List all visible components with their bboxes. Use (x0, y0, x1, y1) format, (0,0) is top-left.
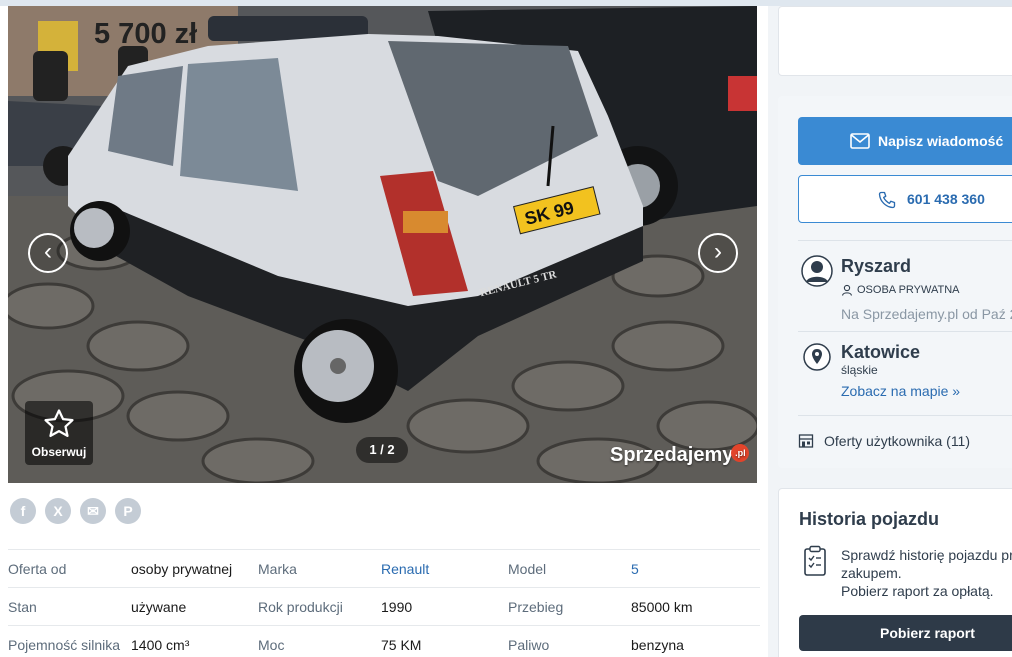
seller-name: Ryszard (841, 256, 912, 276)
param-label: Model (508, 560, 547, 577)
param-label: Pojemność silnika (8, 636, 121, 653)
vehicle-history-line: zakupem. (841, 565, 902, 581)
param-label: Marka (258, 560, 297, 577)
star-icon (44, 409, 74, 438)
photo-gallery[interactable]: SK 99 RENAULT 5 TR ‹ › Obserwuj 1 / 2 Sp… (8, 6, 757, 483)
chevron-left-icon: ‹ (44, 238, 52, 265)
car-photo: SK 99 RENAULT 5 TR (8, 6, 757, 483)
phone-icon (878, 191, 896, 209)
person-icon (841, 284, 853, 296)
download-report-button[interactable]: Pobierz raport (799, 615, 1012, 651)
param-value-link[interactable]: Renault (381, 561, 508, 577)
watermark-badge: .pl (731, 444, 750, 462)
watermark-text: Sprzedajemy (610, 444, 734, 466)
gallery-next-button[interactable]: › (698, 233, 738, 273)
param-value: 85000 km (631, 598, 693, 615)
share-bar: f X ✉ P (10, 498, 141, 524)
envelope-icon (850, 133, 870, 149)
param-value: 75 KM (381, 636, 422, 653)
send-message-label: Napisz wiadomość (878, 133, 1004, 149)
follow-button[interactable]: Obserwuj (25, 401, 93, 465)
param-label: Moc (258, 636, 285, 653)
divider (798, 415, 1012, 416)
params-row: Pojemność silnika 1400 cm³ Moc 75 KM Pal… (8, 625, 760, 657)
param-label: Stan (8, 598, 37, 615)
photo-counter: 1 / 2 (356, 437, 408, 463)
phone-number: 601 438 360 (907, 191, 985, 207)
param-label: Przebieg (508, 598, 564, 615)
chevron-right-icon: › (714, 238, 722, 265)
param-label: Oferta od (8, 560, 67, 577)
location-pin-icon (803, 343, 831, 371)
gallery-prev-button[interactable]: ‹ (28, 233, 68, 273)
location-city: Katowice (841, 342, 921, 362)
follow-label: Obserwuj (31, 445, 87, 459)
vehicle-history-line: Pobierz raport za opłatą. (841, 583, 994, 599)
param-value-link[interactable]: 5 (631, 561, 758, 577)
param-label: Rok produkcji (258, 598, 343, 615)
clipboard-icon (804, 545, 826, 576)
seller-type-label: OSOBA PRYWATNA (857, 284, 960, 296)
vehicle-history-line: Sprawdź historię pojazdu pr (841, 547, 1012, 563)
location-region: śląskie (841, 363, 878, 377)
show-phone-button[interactable]: 601 438 360 (798, 175, 1012, 223)
pinterest-share-icon[interactable]: P (115, 498, 141, 524)
send-message-button[interactable]: Napisz wiadomość (798, 117, 1012, 165)
x-share-icon[interactable]: X (45, 498, 71, 524)
param-value: benzyna (631, 636, 684, 653)
email-share-icon[interactable]: ✉ (80, 498, 106, 524)
param-value: 1990 (381, 598, 413, 615)
param-value: używane (131, 598, 187, 615)
vehicle-history-title: Historia pojazdu (799, 509, 940, 529)
divider (798, 240, 1012, 241)
user-offers-link[interactable]: Oferty użytkownika (11) (824, 433, 970, 449)
seller-type: OSOBA PRYWATNA (841, 284, 960, 296)
shop-icon (798, 434, 814, 448)
show-on-map-link[interactable]: Zobacz na mapie » (841, 383, 960, 399)
params-row: Stan używane Rok produkcji 1990 Przebieg… (8, 587, 760, 625)
avatar-icon (801, 255, 833, 287)
vehicle-history-text: Sprawdź historię pojazdu pr zakupem. Pob… (841, 546, 1012, 600)
facebook-share-icon[interactable]: f (10, 498, 36, 524)
param-label: Paliwo (508, 636, 550, 653)
params-row: Oferta od osoby prywatnej Marka Renault … (8, 549, 760, 587)
divider (798, 331, 1012, 332)
price: 5 700 zł (94, 18, 198, 50)
param-value: osoby prywatnej (131, 560, 233, 577)
price-box (778, 6, 1012, 76)
sprzedajemy-watermark: Sprzedajemy .pl (610, 444, 750, 467)
seller-member-since: Na Sprzedajemy.pl od Paź 2 (841, 306, 1012, 322)
param-value: 1400 cm³ (131, 636, 190, 653)
vehicle-params-table: Oferta od osoby prywatnej Marka Renault … (8, 549, 760, 657)
